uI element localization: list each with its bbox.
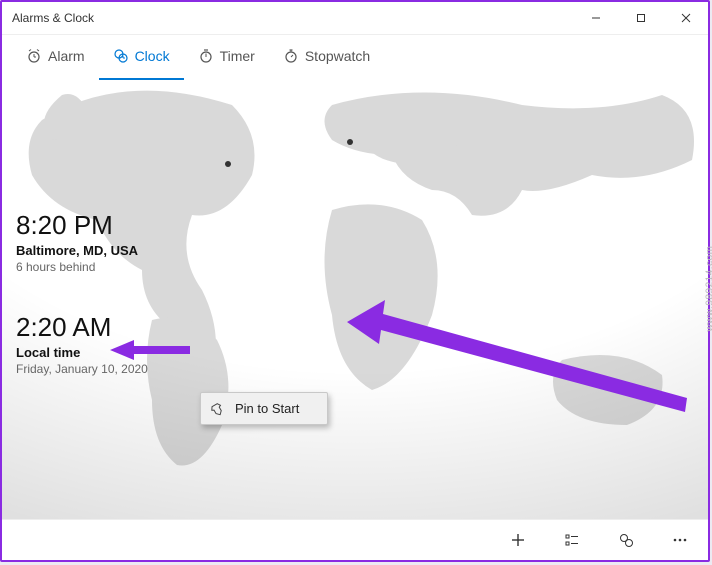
close-button[interactable] (663, 2, 708, 34)
clock-offset: 6 hours behind (16, 260, 138, 274)
tab-timer[interactable]: Timer (184, 34, 269, 80)
add-clock-button[interactable] (506, 528, 530, 552)
clock-time: 2:20 AM (16, 312, 148, 343)
stopwatch-icon (283, 48, 299, 64)
tab-label: Alarm (48, 48, 85, 64)
titlebar: Alarms & Clock (2, 2, 708, 35)
more-button[interactable] (668, 528, 692, 552)
tab-label: Timer (220, 48, 255, 64)
annotation-arrow-left (110, 340, 190, 360)
app-window: Alarms & Clock Alarm Clock (2, 2, 708, 560)
alarm-icon (26, 48, 42, 64)
tab-label: Clock (135, 48, 170, 64)
pin-icon (211, 402, 225, 416)
minimize-icon (591, 13, 601, 23)
world-clock-icon (113, 48, 129, 64)
ellipsis-icon (672, 532, 688, 548)
plus-icon (510, 532, 526, 548)
maximize-icon (636, 13, 646, 23)
edit-clocks-button[interactable] (560, 528, 584, 552)
command-bar (2, 519, 708, 560)
minimize-button[interactable] (573, 2, 618, 34)
annotation-border: Alarms & Clock Alarm Clock (0, 0, 710, 562)
clock-date: Friday, January 10, 2020 (16, 362, 148, 376)
context-menu: Pin to Start (200, 392, 328, 425)
tab-stopwatch[interactable]: Stopwatch (269, 34, 384, 80)
tab-alarm[interactable]: Alarm (12, 34, 99, 80)
convert-icon (618, 532, 634, 548)
window-title: Alarms & Clock (12, 11, 94, 25)
maximize-button[interactable] (618, 2, 663, 34)
list-select-icon (564, 532, 580, 548)
timer-icon (198, 48, 214, 64)
clock-location: Baltimore, MD, USA (16, 243, 138, 258)
clock-entry-baltimore[interactable]: 8:20 PM Baltimore, MD, USA 6 hours behin… (16, 210, 138, 274)
tab-clock[interactable]: Clock (99, 34, 184, 80)
tab-label: Stopwatch (305, 48, 370, 64)
context-menu-item-pin[interactable]: Pin to Start (235, 401, 299, 416)
content-area: 8:20 PM Baltimore, MD, USA 6 hours behin… (2, 80, 708, 520)
convert-time-button[interactable] (614, 528, 638, 552)
tab-bar: Alarm Clock Timer Stopwatch (2, 35, 708, 79)
clock-time: 8:20 PM (16, 210, 138, 241)
annotation-arrow-right (347, 300, 687, 420)
close-icon (681, 13, 691, 23)
